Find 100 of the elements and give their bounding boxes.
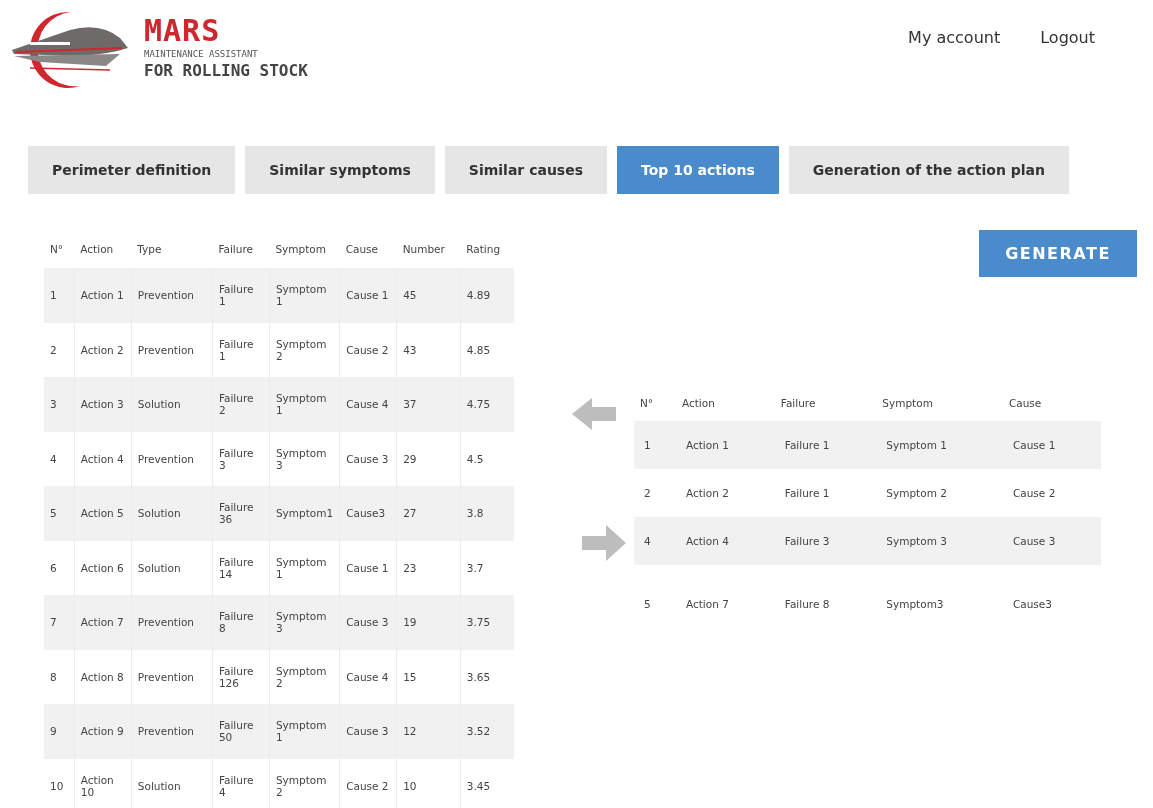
table-cell: Action 2 <box>80 343 124 356</box>
table-cell: 3.8 <box>466 507 484 520</box>
table-cell: 10 <box>50 779 64 792</box>
table-cell: Action 2 <box>685 487 729 499</box>
table-cell: Cause 2 <box>346 779 389 792</box>
column-header: Type <box>137 243 162 255</box>
table-cell: 1 <box>50 289 57 302</box>
table-cell: 10 <box>403 779 417 792</box>
table-cell: Failure 50 <box>218 719 254 744</box>
table-cell: 3 <box>50 398 57 411</box>
table-cell: Cause 2 <box>1012 487 1056 499</box>
table-cell: 3.7 <box>466 561 484 574</box>
table-cell: Prevention <box>137 725 194 738</box>
table-cell: Symptom 3 <box>275 610 327 635</box>
column-header: Action <box>80 243 114 255</box>
table-cell: 29 <box>403 452 417 465</box>
logo-tagline: FOR ROLLING STOCK <box>144 61 308 81</box>
table-cell: 4 <box>50 452 57 465</box>
column-header: N° <box>640 397 654 409</box>
table-cell: Action 7 <box>685 598 729 610</box>
table-cell: Solution <box>137 779 181 792</box>
table-cell: Failure 2 <box>218 392 254 417</box>
table-cell: Symptom 2 <box>275 664 327 689</box>
table-cell: Symptom 1 <box>275 283 327 308</box>
table-cell: Symptom 1 <box>886 439 947 451</box>
column-header: Action <box>681 397 715 409</box>
tab[interactable]: Similar causes <box>444 146 607 194</box>
table-cell: 5 <box>50 507 57 520</box>
table-cell: Symptom 2 <box>275 337 327 362</box>
tab[interactable]: Generation of the action plan <box>788 146 1070 194</box>
table-cell: Failure 8 <box>784 598 830 610</box>
tab[interactable]: Perimeter definition <box>28 146 236 194</box>
column-header: Symptom <box>275 243 326 255</box>
table-cell: Action 3 <box>80 398 124 411</box>
table-cell: 43 <box>403 343 417 356</box>
table-cell: Failure 36 <box>218 501 254 526</box>
right-arrow-icon[interactable] <box>582 525 626 561</box>
table-cell: Action 9 <box>80 725 124 738</box>
table-cell: Cause 2 <box>346 343 389 356</box>
table-cell: Failure 3 <box>784 535 830 547</box>
nav-link[interactable]: My account <box>908 28 1001 47</box>
table-cell: Action 4 <box>685 535 729 547</box>
table-cell: Action 5 <box>80 507 124 520</box>
column-header: Rating <box>466 243 501 255</box>
generate-button[interactable]: GENERATE <box>979 230 1137 277</box>
table-cell: Action 1 <box>80 289 124 302</box>
table-cell: 4.85 <box>466 343 491 356</box>
table-cell: Action 8 <box>80 670 124 683</box>
table-cell: Symptom1 <box>275 507 334 520</box>
table-cell: 3.52 <box>466 725 491 738</box>
table-cell: 23 <box>403 561 417 574</box>
table-cell: Cause 3 <box>1012 535 1056 547</box>
table-cell: 6 <box>50 561 57 574</box>
table-cell: Cause 4 <box>346 398 389 411</box>
table-cell: 2 <box>50 343 57 356</box>
table-cell: 3.65 <box>466 670 491 683</box>
nav-link[interactable]: Logout <box>1040 28 1095 47</box>
table-cell: 4.89 <box>466 289 491 302</box>
table-cell: Failure 126 <box>218 664 254 689</box>
table-cell: Cause 3 <box>346 616 389 629</box>
table-cell: Cause 3 <box>346 452 389 465</box>
column-header: Failure <box>780 397 816 409</box>
table-cell: 27 <box>403 507 417 520</box>
table-cell: 4 <box>644 535 651 547</box>
table-cell: 1 <box>644 439 651 451</box>
table-cell: Cause3 <box>1012 598 1052 610</box>
table-cell: Symptom 1 <box>275 555 327 580</box>
table-cell: Failure 1 <box>218 337 254 362</box>
column-header: Cause <box>1008 397 1042 409</box>
tab[interactable]: Similar symptoms <box>245 146 435 194</box>
table-cell: Action 7 <box>80 616 124 629</box>
table-cell: Failure 8 <box>218 610 254 635</box>
table-cell: 19 <box>403 616 417 629</box>
table-cell: Solution <box>137 561 181 574</box>
table-cell: Symptom 3 <box>886 535 947 547</box>
table-cell: 2 <box>644 487 651 499</box>
table-cell: 7 <box>50 616 57 629</box>
table-cell: 37 <box>403 398 417 411</box>
logo-title: MARS <box>144 15 222 47</box>
table-cell: Cause 4 <box>346 670 389 683</box>
table-cell: Symptom 1 <box>275 392 327 417</box>
table-cell: Symptom 2 <box>886 487 947 499</box>
table-cell: 4.5 <box>466 452 484 465</box>
table-cell: Failure 1 <box>218 283 254 308</box>
table-cell: Cause 1 <box>1012 439 1056 451</box>
column-header: Failure <box>218 243 253 255</box>
table-cell: 3.75 <box>466 616 491 629</box>
table-cell: 5 <box>644 598 651 610</box>
table-cell: Failure 3 <box>218 446 254 471</box>
table-cell: Failure 1 <box>784 439 830 451</box>
table-cell: 8 <box>50 670 57 683</box>
table-cell: Action 10 <box>80 773 114 798</box>
table-cell: 4.75 <box>466 398 491 411</box>
left-arrow-icon[interactable] <box>572 398 616 430</box>
table-cell: Symptom 2 <box>275 773 327 798</box>
table-cell: Failure 14 <box>218 555 254 580</box>
table-cell: Prevention <box>137 289 194 302</box>
table-cell: Solution <box>137 398 181 411</box>
table-cell: 15 <box>403 670 417 683</box>
tab[interactable]: Top 10 actions <box>617 146 779 194</box>
